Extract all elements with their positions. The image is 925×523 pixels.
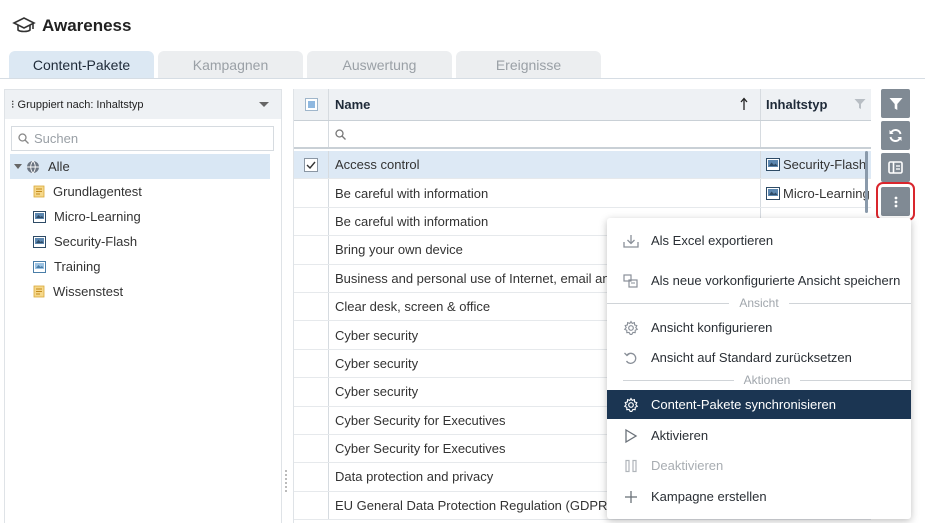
- tab-content-pakete[interactable]: Content-Pakete: [9, 51, 154, 79]
- test-icon: [33, 185, 45, 198]
- tab-kampagnen[interactable]: Kampagnen: [158, 51, 303, 79]
- tree-item-label: Wissenstest: [53, 284, 124, 299]
- column-header-name[interactable]: Name: [329, 89, 760, 120]
- menu-item-activate[interactable]: Aktivieren: [607, 421, 911, 450]
- name-filter-input[interactable]: [329, 121, 760, 147]
- play-icon: [623, 428, 639, 444]
- app-header: Awareness: [12, 13, 131, 39]
- tree-item-security-flash[interactable]: Security-Flash: [5, 229, 281, 254]
- expand-icon[interactable]: [14, 164, 22, 169]
- grid-toolbar: [876, 89, 915, 221]
- undo-icon: [623, 351, 639, 365]
- plus-icon: [623, 489, 639, 505]
- filter-button[interactable]: [881, 89, 910, 118]
- gear-icon: [623, 396, 639, 413]
- training-icon: [33, 260, 46, 273]
- menu-item-save-view[interactable]: Als neue vorkonfigurierte Ansicht speich…: [607, 266, 911, 295]
- group-by-label: ⁝ Gruppiert nach: Inhaltstyp: [11, 99, 144, 111]
- layout-button[interactable]: [881, 153, 910, 182]
- tree-item-label: Micro-Learning: [54, 209, 141, 224]
- test-icon: [33, 285, 45, 298]
- grid-scrollbar[interactable]: [865, 151, 868, 213]
- media-icon: [766, 158, 780, 172]
- download-icon: [623, 234, 639, 248]
- page-title: Awareness: [42, 16, 132, 35]
- tab-auswertung[interactable]: Auswertung: [307, 51, 452, 79]
- chevron-down-icon: [259, 102, 269, 107]
- menu-section-view: Ansicht: [607, 296, 911, 310]
- more-actions-menu: Als Excel exportieren Als neue vorkonfig…: [607, 218, 911, 519]
- globe-icon: [26, 160, 40, 174]
- more-actions-button[interactable]: [876, 182, 915, 221]
- row-type: Security-Flash: [783, 157, 867, 173]
- save-view-icon: [623, 273, 639, 288]
- menu-section-actions: Aktionen: [607, 373, 911, 387]
- tree-item-micro-learning[interactable]: Micro-Learning: [5, 204, 281, 229]
- table-row[interactable]: Access control Security-Flash: [294, 151, 871, 180]
- menu-item-reset-view[interactable]: Ansicht auf Standard zurücksetzen: [607, 343, 911, 372]
- column-header-type[interactable]: Inhaltstyp: [760, 89, 871, 120]
- tree-item-alle[interactable]: Alle: [10, 154, 270, 179]
- menu-item-export-excel[interactable]: Als Excel exportieren: [607, 226, 911, 255]
- select-all-checkbox[interactable]: [294, 89, 329, 120]
- row-checkbox[interactable]: [304, 157, 318, 172]
- graduation-cap-icon: [12, 16, 36, 36]
- menu-item-configure-view[interactable]: Ansicht konfigurieren: [607, 313, 911, 342]
- layout-icon: [888, 161, 903, 174]
- table-row[interactable]: Be careful with information Micro-Learni…: [294, 179, 871, 208]
- tab-ereignisse[interactable]: Ereignisse: [456, 51, 601, 79]
- tab-divider: [0, 78, 925, 79]
- tab-bar: Content-Pakete Kampagnen Auswertung Erei…: [9, 51, 601, 79]
- group-by-dropdown[interactable]: ⁝ Gruppiert nach: Inhaltstyp: [5, 90, 281, 119]
- refresh-button[interactable]: [881, 121, 910, 150]
- grid-filter-row: [294, 121, 871, 149]
- tree-item-training[interactable]: Training: [5, 254, 281, 279]
- tree-search-input[interactable]: Suchen: [11, 126, 274, 151]
- menu-item-deactivate: Deaktivieren: [607, 451, 911, 480]
- pause-icon: [623, 458, 639, 474]
- search-placeholder: Suchen: [34, 131, 79, 146]
- tree-item-wissenstest[interactable]: Wissenstest: [5, 279, 281, 304]
- row-name: Access control: [335, 157, 420, 173]
- menu-item-create-campaign[interactable]: Kampagne erstellen: [607, 482, 911, 511]
- media-icon: [33, 210, 46, 223]
- filter-icon: [889, 97, 903, 111]
- search-icon: [335, 128, 346, 140]
- more-icon: [894, 195, 898, 209]
- menu-item-sync-packages[interactable]: Content-Pakete synchronisieren: [607, 390, 911, 419]
- media-icon: [33, 235, 46, 248]
- tree-item-label: Alle: [48, 159, 70, 174]
- panel-splitter-handle[interactable]: [284, 468, 288, 498]
- row-name: Be careful with information: [335, 185, 489, 201]
- column-filter-icon[interactable]: [854, 98, 866, 110]
- tree-item-grundlagentest[interactable]: Grundlagentest: [5, 179, 281, 204]
- tree-item-label: Grundlagentest: [53, 184, 142, 199]
- search-icon: [18, 133, 29, 144]
- refresh-icon: [888, 128, 903, 143]
- tree-item-label: Security-Flash: [54, 234, 138, 249]
- tree-item-label: Training: [54, 259, 101, 274]
- content-type-tree: Alle Grundlagentest Micro-Learning Secur…: [5, 154, 281, 304]
- media-icon: [766, 186, 780, 200]
- group-tree-panel: ⁝ Gruppiert nach: Inhaltstyp Suchen Alle…: [4, 89, 282, 523]
- grid-header: Name Inhaltstyp: [294, 89, 871, 121]
- type-filter-cell[interactable]: [760, 121, 871, 147]
- row-type: Micro-Learning: [783, 185, 870, 201]
- sort-ascending-icon[interactable]: [740, 97, 748, 111]
- gear-icon: [623, 319, 639, 336]
